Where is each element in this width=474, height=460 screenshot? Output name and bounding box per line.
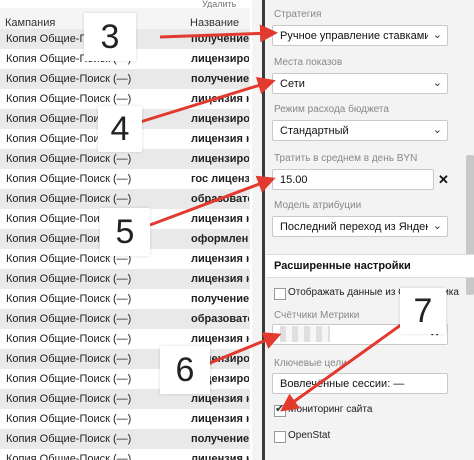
arrow-7 (280, 320, 406, 412)
arrow-3 (159, 24, 278, 43)
annotation-5: 5 (100, 208, 150, 256)
arrow-5 (149, 175, 276, 227)
arrow-4 (139, 76, 276, 124)
annotation-7: 7 (400, 288, 446, 334)
annotation-arrows (139, 24, 406, 412)
annotation-4: 4 (98, 106, 142, 152)
annotation-6: 6 (160, 346, 210, 394)
annotation-3: 3 (84, 13, 136, 61)
arrow-6 (204, 332, 282, 367)
